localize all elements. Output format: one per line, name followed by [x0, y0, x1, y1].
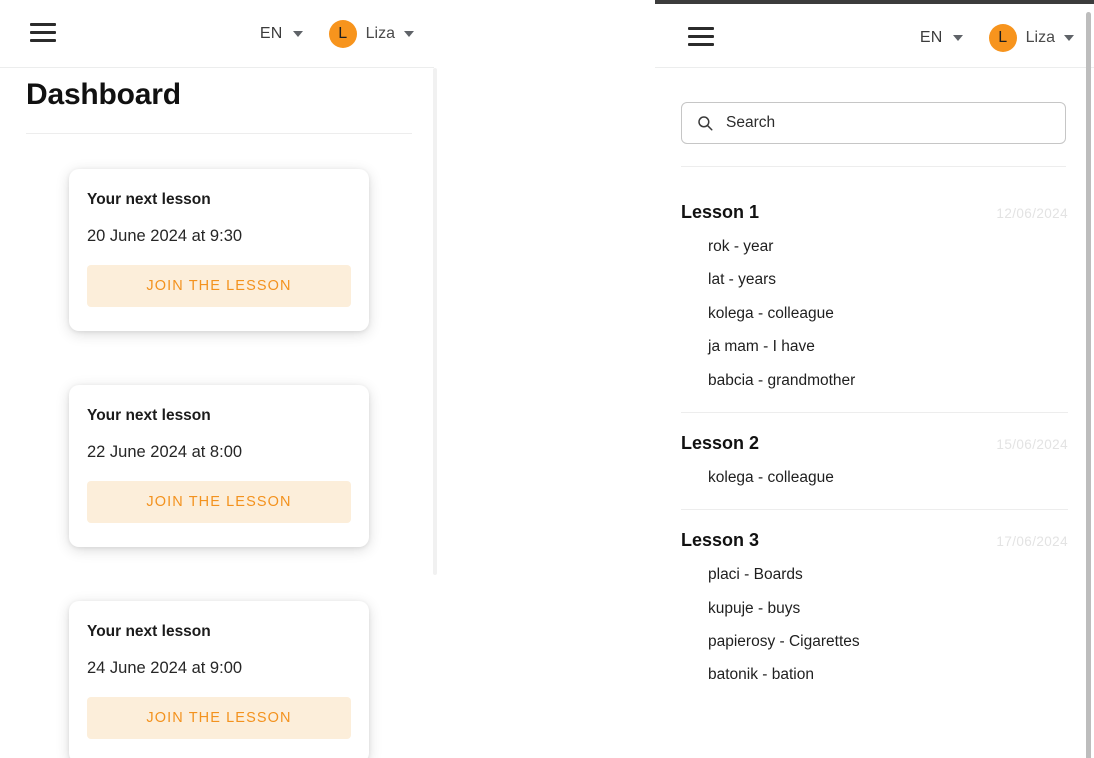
list-item: kolega - colleague — [708, 468, 834, 486]
right-header-actions: EN L Liza — [916, 4, 1078, 72]
list-item: ja mam - I have — [708, 338, 815, 356]
hamburger-bar — [30, 31, 56, 34]
list-item: papierosy - Cigarettes — [708, 633, 860, 650]
lessons-list: Lesson 1 12/06/2024 rok - year lat - yea… — [655, 182, 1094, 685]
hamburger-bar — [30, 23, 56, 26]
search-icon — [698, 116, 713, 131]
left-header-bar: EN L Liza — [0, 0, 434, 68]
user-menu[interactable]: L Liza — [325, 14, 418, 54]
list-item: placi - Boards — [708, 566, 803, 584]
hamburger-bar — [688, 35, 714, 38]
lesson-card: Your next lesson 20 June 2024 at 9:30 JO… — [69, 169, 369, 331]
lesson-title: Lesson 3 — [681, 530, 760, 551]
join-lesson-button[interactable]: JOIN THE LESSON — [87, 265, 351, 307]
right-header-bar: EN L Liza — [655, 4, 1094, 68]
lesson-section: Lesson 3 17/06/2024 placi - Boards kupuj… — [655, 510, 1094, 685]
page-title: Dashboard — [26, 78, 181, 111]
app-screen: EN L Liza Dashboard Your next lesson 20 … — [0, 0, 1094, 758]
lesson-date: 12/06/2024 — [996, 206, 1068, 221]
card-title: Your next lesson — [87, 407, 211, 424]
chevron-down-icon — [952, 35, 963, 41]
user-name-label: Liza — [1025, 29, 1055, 46]
hamburger-bar — [688, 27, 714, 30]
join-lesson-button[interactable]: JOIN THE LESSON — [87, 481, 351, 523]
word-list: kolega - colleague — [681, 454, 1068, 487]
hamburger-menu-icon[interactable] — [688, 27, 714, 46]
lesson-header: Lesson 3 17/06/2024 — [681, 510, 1068, 551]
lesson-card: Your next lesson 22 June 2024 at 8:00 JO… — [69, 385, 369, 547]
language-label: EN — [259, 25, 283, 42]
lessons-window: EN L Liza Search Lesson 1 12/06/2024 rok… — [655, 0, 1094, 758]
list-item: kupuje - buys — [708, 599, 801, 617]
search-box[interactable] — [681, 102, 1066, 144]
dashboard-window: EN L Liza Dashboard Your next lesson 20 … — [0, 0, 440, 758]
avatar: L — [988, 24, 1017, 52]
chevron-down-icon — [292, 31, 303, 37]
lesson-title: Lesson 2 — [681, 432, 760, 453]
list-item: rok - year — [708, 238, 774, 255]
title-divider — [26, 133, 412, 134]
lesson-cards-area: Your next lesson 20 June 2024 at 9:30 JO… — [0, 150, 434, 758]
join-lesson-button[interactable]: JOIN THE LESSON — [87, 697, 351, 739]
right-panel-scrollbar[interactable] — [1086, 12, 1091, 758]
user-menu[interactable]: L Liza — [985, 18, 1078, 58]
lesson-date: 15/06/2024 — [996, 436, 1068, 452]
left-header-actions: EN L Liza — [256, 0, 418, 68]
list-item: kolega - colleague — [708, 304, 834, 322]
hamburger-bar — [30, 39, 56, 42]
hamburger-bar — [688, 43, 714, 46]
chevron-down-icon — [1064, 35, 1074, 41]
word-list: placi - Boards kupuje - buys papierosy -… — [681, 551, 1068, 685]
lesson-date: 17/06/2024 — [996, 534, 1068, 550]
card-title: Your next lesson — [87, 191, 211, 208]
language-label: EN — [919, 29, 943, 46]
avatar: L — [328, 20, 357, 48]
lesson-header: Lesson 1 12/06/2024 — [681, 182, 1068, 223]
language-selector[interactable]: EN — [916, 23, 967, 53]
chevron-down-icon — [404, 31, 414, 37]
list-item: lat - years — [708, 271, 777, 289]
card-date: 24 June 2024 at 9:00 — [87, 659, 243, 677]
lesson-card: Your next lesson 24 June 2024 at 9:00 JO… — [69, 601, 369, 758]
left-panel-scrollbar[interactable] — [433, 68, 437, 575]
language-selector[interactable]: EN — [256, 19, 307, 49]
search-divider — [681, 166, 1066, 167]
card-title: Your next lesson — [87, 623, 211, 640]
user-name-label: Liza — [365, 25, 395, 42]
hamburger-menu-icon[interactable] — [30, 23, 56, 42]
list-item: babcia - grandmother — [708, 371, 856, 389]
card-date: 20 June 2024 at 9:30 — [87, 227, 243, 245]
search-input[interactable] — [726, 114, 1051, 132]
list-item: batonik - bation — [708, 666, 814, 684]
lesson-title: Lesson 1 — [681, 202, 760, 222]
word-list: rok - year lat - years kolega - colleagu… — [681, 223, 1068, 390]
lesson-section: Lesson 1 12/06/2024 rok - year lat - yea… — [655, 182, 1094, 390]
card-date: 22 June 2024 at 8:00 — [87, 443, 243, 461]
lesson-header: Lesson 2 15/06/2024 — [681, 413, 1068, 454]
lessons-body: Lesson 1 12/06/2024 rok - year lat - yea… — [655, 72, 1094, 758]
lesson-section: Lesson 2 15/06/2024 kolega - colleague — [655, 413, 1094, 487]
